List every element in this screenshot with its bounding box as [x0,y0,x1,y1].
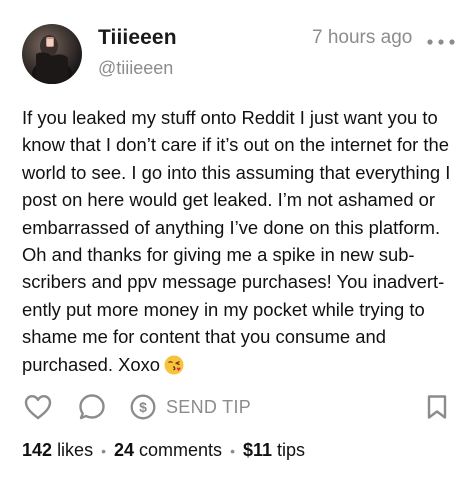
bookmark-icon[interactable] [426,394,448,420]
send-tip-label: SEND TIP [166,396,252,417]
post-timestamp: 7 hours ago [312,27,413,48]
stats-separator: • [230,442,235,459]
comment-icon[interactable] [78,393,106,421]
author-name[interactable]: Tiiieeen [98,26,177,50]
post-text: If you leaked my stuff onto Reddit I jus… [22,107,451,375]
dollar-circle-icon: $ [130,394,156,420]
tips-stat[interactable]: $11 tips [243,440,305,461]
likes-stat[interactable]: 142 likes [22,440,93,461]
avatar-photo [32,35,72,84]
more-horizontal-icon[interactable] [426,34,456,45]
post-actions: $ SEND TIP [0,390,474,424]
author-handle[interactable]: @tiiieeen [98,58,173,79]
comments-stat[interactable]: 24 comments [114,440,222,461]
heart-icon[interactable] [24,394,52,420]
send-tip-button[interactable]: $ SEND TIP [130,393,251,421]
kissing-face-emoji [164,355,184,375]
post-header: Tiiieeen @tiiieeen 7 hours ago [0,0,474,100]
post-body: If you leaked my stuff onto Reddit I jus… [22,104,462,378]
post-stats: 142 likes • 24 comments • $11 tips [22,440,305,461]
avatar[interactable] [22,24,82,84]
stats-separator: • [101,442,106,459]
svg-text:$: $ [139,399,147,415]
